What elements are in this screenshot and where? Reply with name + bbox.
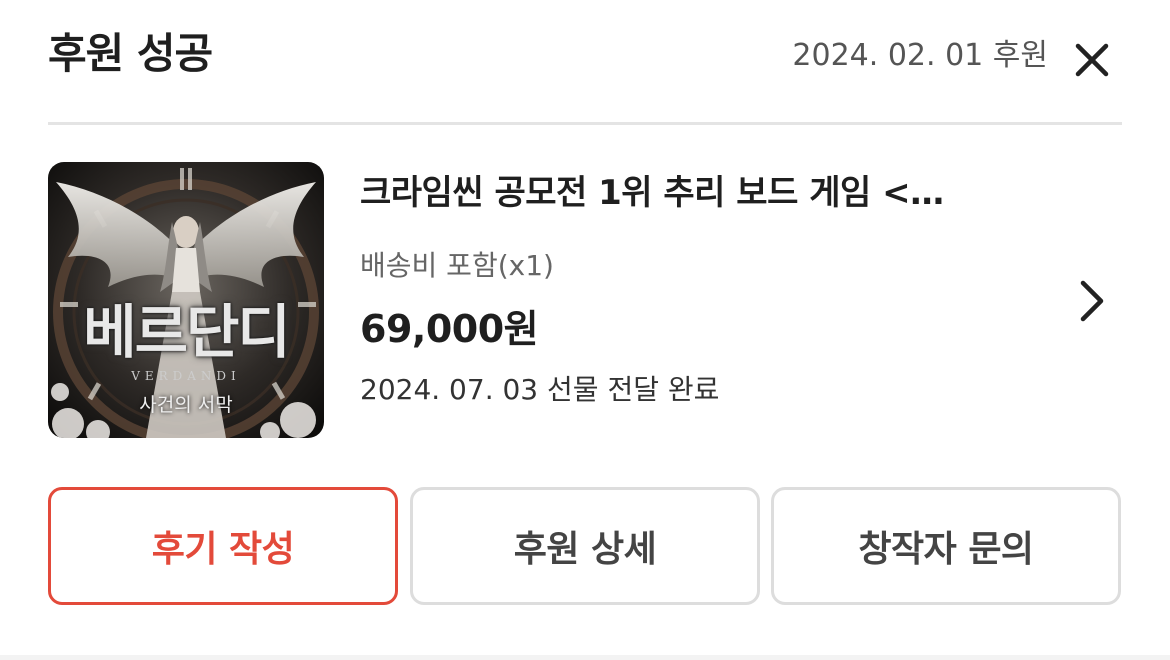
close-icon <box>1075 43 1109 77</box>
product-row[interactable]: 베르단디 VERDANDI 사건의 서막 크라임씬 공모전 1위 추리 보드 게… <box>48 162 1122 438</box>
thumbnail-subtitle: VERDANDI <box>131 369 241 383</box>
product-option: 배송비 포함(x1) <box>360 249 554 282</box>
write-review-button[interactable]: 후기 작성 <box>48 487 398 605</box>
pledge-detail-button[interactable]: 후원 상세 <box>410 487 760 605</box>
bottom-separator <box>0 655 1170 660</box>
chevron-right-icon <box>1080 280 1104 322</box>
page-title: 후원 성공 <box>48 29 213 78</box>
header-divider <box>48 122 1122 125</box>
product-title: 크라임씬 공모전 1위 추리 보드 게임 <… <box>360 173 944 213</box>
pledge-success-card: 후원 성공 2024. 02. 01 후원 베르단디 VERDANDI 사건의 … <box>0 0 1170 655</box>
delivery-status: 2024. 07. 03 선물 전달 완료 <box>360 373 720 406</box>
close-button[interactable] <box>1072 40 1112 80</box>
thumbnail-subtitle-korean: 사건의 서막 <box>139 394 233 416</box>
pledge-date: 2024. 02. 01 후원 <box>792 38 1048 73</box>
thumbnail-title: 베르단디 <box>83 298 290 366</box>
contact-creator-button[interactable]: 창작자 문의 <box>771 487 1121 605</box>
product-price: 69,000원 <box>360 307 539 351</box>
product-thumbnail: 베르단디 VERDANDI 사건의 서막 <box>48 162 324 438</box>
